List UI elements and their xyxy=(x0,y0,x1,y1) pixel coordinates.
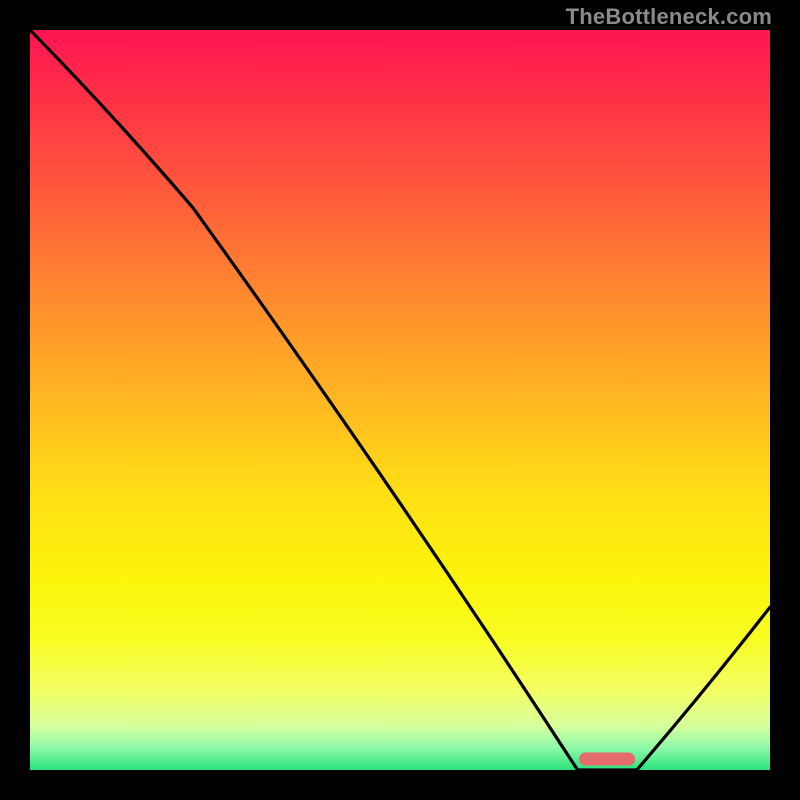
optimal-marker xyxy=(579,752,635,765)
chart-canvas: TheBottleneck.com xyxy=(0,0,800,800)
plot-area xyxy=(30,30,770,770)
bottleneck-curve xyxy=(30,30,770,770)
curve-path xyxy=(30,30,770,770)
watermark-text: TheBottleneck.com xyxy=(566,4,772,30)
